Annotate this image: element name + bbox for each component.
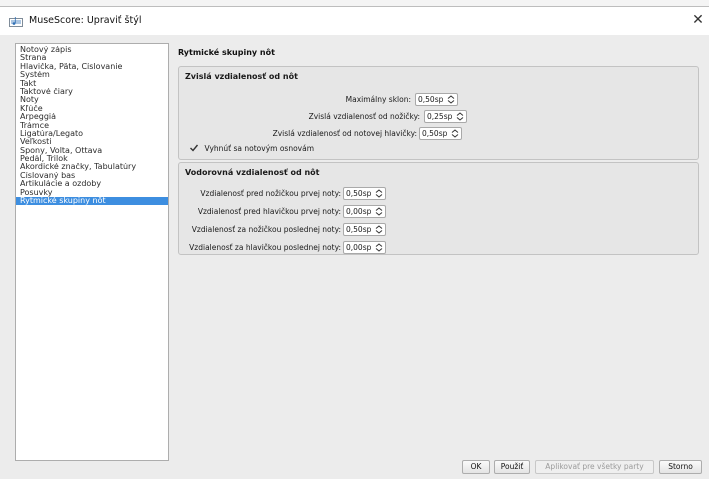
after-last-stem-row: Vzdialenosť za nožičkou poslednej noty: … [179,223,694,237]
spin-arrows-icon[interactable] [375,225,383,234]
sidebar-item-arpeggia[interactable]: Arpeggiá [16,113,168,121]
cancel-button[interactable]: Storno [659,460,702,474]
before-first-notehead-row: Vzdialenosť pred hlavičkou prvej noty: 0… [179,205,694,219]
sidebar-item-taktove-ciary[interactable]: Taktové čiary [16,88,168,96]
spinbox-value[interactable]: 0,50sp [346,188,371,199]
vertical-distance-group: Zvislá vzdialenosť od nôt Maximálny sklo… [178,66,699,160]
spin-arrows-icon[interactable] [375,207,383,216]
sidebar-item-notovy-zapis[interactable]: Notový zápis [16,46,168,54]
field-label: Zvislá vzdialenosť od nožičky: [308,112,420,121]
before-first-stem-spinbox[interactable]: 0,50sp [343,187,386,200]
sidebar-item-kluce[interactable]: Kľúče [16,105,168,113]
window-title: MuseScore: Upraviť štýl [29,15,142,26]
field-label: Vzdialenosť za nožičkou poslednej noty: [191,225,341,234]
group-title: Vodorovná vzdialenosť od nôt [185,168,320,177]
field-label: Zvislá vzdialenosť od notovej hlavičky: [272,129,417,138]
apply-all-parts-button[interactable]: Aplikovať pre všetky party [535,460,654,474]
sidebar-item-takt[interactable]: Takt [16,80,168,88]
title-bar: MuseScore: Upraviť štýl ✕ [0,7,709,35]
sidebar-item-spony-volta[interactable]: Spony, Volta, Ottava [16,147,168,155]
stem-distance-row: Zvislá vzdialenosť od nožičky: 0,25sp [179,110,694,124]
sidebar-item-artikulacie[interactable]: Artikulácie a ozdoby [16,180,168,188]
page-title: Rytmické skupiny nôt [178,48,275,57]
sidebar-item-hlavicka-pata[interactable]: Hlavička, Päta, Číslovanie [16,63,168,71]
group-title: Zvislá vzdialenosť od nôt [185,72,298,81]
avoid-staves-checkbox[interactable]: Vyhnúť sa notovým osnovám [189,143,314,155]
spin-arrows-icon[interactable] [451,129,459,138]
spin-arrows-icon[interactable] [447,95,455,104]
sidebar-item-cislovany-bas[interactable]: Číslovaný bas [16,172,168,180]
after-last-notehead-spinbox[interactable]: 0,00sp [343,241,386,254]
after-last-stem-spinbox[interactable]: 0,50sp [343,223,386,236]
notehead-distance-row: Zvislá vzdialenosť od notovej hlavičky: … [179,127,694,141]
sidebar-item-ligatura-legato[interactable]: Ligatúra/Legato [16,130,168,138]
sidebar-item-posuvky[interactable]: Posuvky [16,189,168,197]
sidebar-item-system[interactable]: Systém [16,71,168,79]
spinbox-value[interactable]: 0,50sp [422,128,447,139]
spin-arrows-icon[interactable] [375,243,383,252]
field-label: Maximálny sklon: [345,95,411,104]
field-label: Vzdialenosť pred nožičkou prvej noty: [200,189,341,198]
horizontal-distance-group: Vodorovná vzdialenosť od nôt Vzdialenosť… [178,162,699,255]
max-slope-spinbox[interactable]: 0,50sp [415,93,458,106]
stem-distance-spinbox[interactable]: 0,25sp [424,110,467,123]
sidebar-item-akordicke-znacky[interactable]: Akordické značky, Tabulatúry [16,163,168,171]
spin-arrows-icon[interactable] [456,112,464,121]
spinbox-value[interactable]: 0,00sp [346,242,371,253]
spin-arrows-icon[interactable] [375,189,383,198]
after-last-notehead-row: Vzdialenosť za hlavičkou poslednej noty:… [179,241,694,255]
spinbox-value[interactable]: 0,50sp [418,94,443,105]
sidebar-item-pedal-trilok[interactable]: Pedál, Trilok [16,155,168,163]
musescore-icon [9,17,23,27]
style-category-list[interactable]: Notový zápis Strana Hlavička, Päta, Čísl… [15,43,169,461]
spinbox-value[interactable]: 0,25sp [427,111,452,122]
close-icon[interactable]: ✕ [691,12,705,28]
checkbox-label[interactable]: Vyhnúť sa notovým osnovám [205,144,314,153]
spinbox-value[interactable]: 0,00sp [346,206,371,217]
sidebar-item-noty[interactable]: Noty [16,96,168,104]
before-first-notehead-spinbox[interactable]: 0,00sp [343,205,386,218]
sidebar-item-strana[interactable]: Strana [16,54,168,62]
ok-button[interactable]: OK [462,460,490,474]
style-page: Rytmické skupiny nôt Zvislá vzdialenosť … [176,43,703,461]
checkmark-icon[interactable] [189,143,199,153]
field-label: Vzdialenosť pred hlavičkou prvej noty: [197,207,341,216]
apply-button[interactable]: Použiť [494,460,530,474]
sidebar-item-velkosti[interactable]: Veľkosti [16,138,168,146]
field-label: Vzdialenosť za hlavičkou poslednej noty: [189,243,341,252]
notehead-distance-spinbox[interactable]: 0,50sp [419,127,462,140]
before-first-stem-row: Vzdialenosť pred nožičkou prvej noty: 0,… [179,187,694,201]
spinbox-value[interactable]: 0,50sp [346,224,371,235]
max-slope-row: Maximálny sklon: 0,50sp [179,93,694,107]
top-edge [0,0,709,7]
sidebar-item-rytmicke-skupiny[interactable]: Rytmické skupiny nôt [16,197,168,206]
sidebar-item-tramce[interactable]: Trámce [16,122,168,130]
